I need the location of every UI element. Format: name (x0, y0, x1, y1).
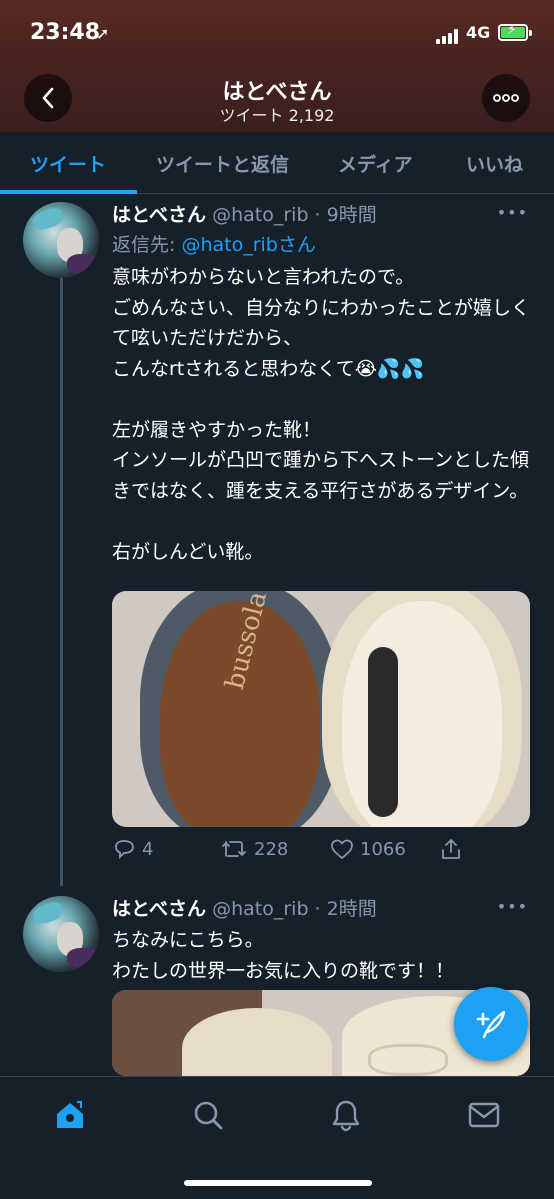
retweet-count: 228 (254, 838, 289, 860)
tweet-text: ちなみにこちら。 わたしの世界一お気に入りの靴です！！ (112, 929, 455, 982)
home-icon[interactable] (50, 1095, 90, 1135)
profile-tabs: ツイート ツイートと返信 メディア いいね (0, 132, 554, 194)
tab-media[interactable]: メディア (338, 150, 413, 177)
heart-icon (331, 839, 353, 859)
tab-tweets-and-replies[interactable]: ツイートと返信 (156, 150, 289, 177)
avatar[interactable] (23, 202, 99, 278)
like-button[interactable]: 1066 (330, 838, 406, 860)
share-button[interactable] (440, 838, 462, 860)
status-time: 23:48 (30, 20, 101, 45)
author-name[interactable]: はとべさん (112, 204, 206, 226)
reply-to-label: 返信先: (112, 234, 182, 256)
reply-icon (115, 840, 134, 860)
tweet-menu-icon[interactable]: ••• (497, 897, 528, 916)
compose-tweet-button[interactable] (454, 987, 528, 1061)
retweet-button[interactable]: 228 (220, 838, 288, 860)
avatar[interactable] (23, 896, 99, 972)
thread-line (60, 278, 63, 886)
network-type: 4G (466, 23, 491, 42)
more-icon (493, 94, 519, 102)
battery-icon: ⚡ (498, 22, 532, 41)
messages-icon[interactable] (464, 1095, 504, 1135)
signal-icon (436, 28, 460, 44)
tweet-header: はとべさん @hato_rib · 9時間 (112, 200, 377, 227)
profile-header: 23:48 ➚ 4G ⚡ はとべさん ツイート 2,192 (0, 0, 554, 132)
tweet-menu-icon[interactable]: ••• (497, 203, 528, 222)
tab-tweets[interactable]: ツイート (30, 150, 106, 177)
more-button[interactable] (482, 74, 530, 122)
author-name[interactable]: はとべさん (112, 898, 206, 920)
like-count: 1066 (360, 838, 406, 860)
tab-likes[interactable]: いいね (466, 150, 523, 177)
author-handle-time: @hato_rib · 2時間 (212, 898, 377, 920)
reply-to-handle[interactable]: @hato_ribさん (181, 234, 315, 256)
home-indicator[interactable] (184, 1180, 372, 1186)
tweet-actions: 4 228 1066 (112, 838, 532, 868)
tweet-header: はとべさん @hato_rib · 2時間 (112, 894, 377, 921)
status-bar: 23:48 ➚ 4G ⚡ (0, 18, 554, 52)
notifications-icon[interactable] (326, 1095, 366, 1135)
search-icon[interactable] (188, 1095, 228, 1135)
reply-to: 返信先: @hato_ribさん (112, 230, 316, 257)
compose-tweet-icon (476, 1010, 506, 1039)
reply-button[interactable]: 4 (112, 838, 153, 860)
location-arrow-icon: ➚ (96, 24, 110, 43)
author-handle-time: @hato_rib · 9時間 (212, 204, 377, 226)
retweet-icon (222, 841, 246, 857)
tweet-image[interactable]: bussola (112, 591, 530, 827)
reply-count: 4 (142, 838, 154, 860)
tweet-text: 意味がわからないと言われたので。 ごめんなさい、自分なりにわかったことが嬉しくて… (112, 266, 531, 563)
tweet-count: ツイート 2,192 (219, 106, 335, 125)
active-tab-indicator (0, 190, 137, 194)
share-icon (442, 839, 460, 859)
